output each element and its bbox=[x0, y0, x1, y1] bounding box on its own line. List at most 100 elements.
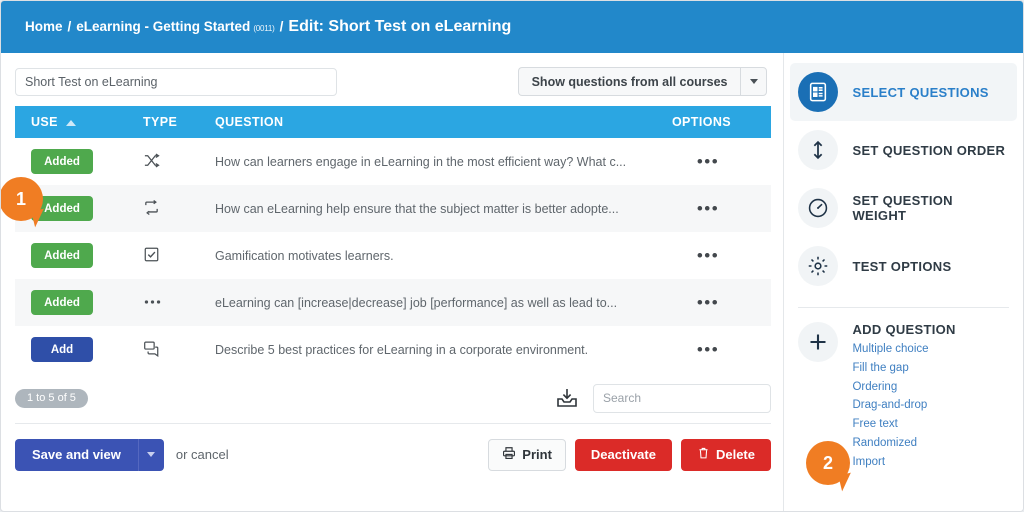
export-download-icon[interactable] bbox=[555, 387, 579, 409]
add-question-link-fill-the-gap[interactable]: Fill the gap bbox=[852, 360, 955, 376]
page-title: Edit: Short Test on eLearning bbox=[288, 18, 512, 35]
sidebar-item-test-options[interactable]: TEST OPTIONS bbox=[784, 237, 1023, 295]
cell-options: ••• bbox=[645, 279, 771, 326]
add-question-link-ordering[interactable]: Ordering bbox=[852, 379, 955, 395]
delete-button-label: Delete bbox=[715, 447, 755, 462]
scope-button[interactable]: Show questions from all courses bbox=[517, 67, 741, 96]
free-text-icon bbox=[143, 340, 160, 357]
add-question-link-import[interactable]: Import bbox=[852, 454, 955, 470]
breadcrumb-course[interactable]: eLearning - Getting Started bbox=[76, 19, 250, 34]
cell-type bbox=[133, 279, 205, 326]
add-question-link-multiple-choice[interactable]: Multiple choice bbox=[852, 341, 955, 357]
question-text: How can eLearning help ensure that the s… bbox=[215, 201, 619, 216]
use-toggle-button[interactable]: Added bbox=[31, 243, 93, 268]
cell-type bbox=[133, 232, 205, 279]
gauge-icon bbox=[798, 188, 839, 228]
cell-type bbox=[133, 138, 205, 185]
sidebar-item-set-question-order[interactable]: SET QUESTION ORDER bbox=[784, 121, 1023, 179]
sidebar-item-label: SET QUESTION ORDER bbox=[852, 142, 1006, 158]
printer-icon bbox=[502, 446, 516, 463]
breadcrumb-course-id: (0011) bbox=[253, 24, 275, 33]
plus-icon[interactable] bbox=[798, 322, 839, 362]
column-header-use-label: USE bbox=[31, 115, 58, 129]
gear-icon bbox=[798, 246, 839, 286]
cell-options: ••• bbox=[645, 232, 771, 279]
cell-use: Added bbox=[15, 279, 133, 326]
row-options-menu-icon[interactable]: ••• bbox=[697, 341, 719, 358]
cell-use: Added bbox=[15, 232, 133, 279]
sidebar-nav: SELECT QUESTIONS SET QUESTION ORDER SET QU… bbox=[784, 53, 1023, 307]
question-text: How can learners engage in eLearning in … bbox=[215, 154, 627, 169]
use-toggle-button[interactable]: Added bbox=[31, 149, 93, 174]
add-question-links: Multiple choice Fill the gap Ordering Drag-… bbox=[852, 341, 955, 470]
use-toggle-button[interactable]: Added bbox=[31, 290, 93, 315]
question-text: Describe 5 best practices for eLearning … bbox=[215, 342, 589, 357]
questions-table-body: Added How can learners engage in eLearnin… bbox=[15, 138, 771, 373]
callout-number: 2 bbox=[806, 441, 850, 485]
column-header-use[interactable]: USE bbox=[15, 106, 133, 138]
column-header-type[interactable]: TYPE bbox=[133, 106, 205, 138]
add-question-title: ADD QUESTION bbox=[852, 322, 956, 337]
sidebar-item-label: TEST OPTIONS bbox=[852, 258, 952, 274]
destructive-actions: Print Deactivate Delete bbox=[488, 438, 771, 471]
fill-gap-icon bbox=[143, 297, 162, 307]
table-row: Added How can learners engage in eLearnin… bbox=[15, 138, 771, 185]
test-title-input[interactable] bbox=[15, 67, 337, 96]
table-footer-right bbox=[555, 383, 771, 413]
main-content: Show questions from all courses USE TYPE… bbox=[1, 53, 783, 511]
pagination-count: 1 to 5 of 5 bbox=[15, 388, 88, 408]
column-header-question[interactable]: QUESTION bbox=[205, 106, 645, 138]
body-split: Show questions from all courses USE TYPE… bbox=[1, 53, 1023, 511]
save-dropdown-toggle[interactable] bbox=[137, 438, 164, 471]
breadcrumb-separator-1: / bbox=[67, 19, 72, 34]
cancel-link[interactable]: or cancel bbox=[176, 447, 229, 462]
delete-button[interactable]: Delete bbox=[680, 438, 771, 471]
scope-dropdown-toggle[interactable] bbox=[740, 67, 768, 96]
breadcrumb: Home / eLearning - Getting Started (0011… bbox=[25, 18, 511, 36]
print-button[interactable]: Print bbox=[488, 438, 566, 471]
cell-question: Gamification motivates learners. bbox=[205, 232, 645, 279]
filter-row: Show questions from all courses bbox=[1, 53, 783, 106]
cell-question: How can learners engage in eLearning in … bbox=[205, 138, 645, 185]
top-breadcrumb-bar: Home / eLearning - Getting Started (0011… bbox=[1, 1, 1023, 53]
table-row: Added Gamification motivates learners. ••• bbox=[15, 232, 771, 279]
print-button-label: Print bbox=[522, 447, 552, 462]
table-row: Added eLearning can [increase|decrease] j… bbox=[15, 279, 771, 326]
table-header-row: USE TYPE QUESTION OPTIONS bbox=[15, 106, 771, 138]
add-question-content: ADD QUESTION Multiple choice Fill the gap… bbox=[852, 322, 955, 470]
cell-use: Add bbox=[15, 326, 133, 373]
cell-options: ••• bbox=[645, 138, 771, 185]
row-options-menu-icon[interactable]: ••• bbox=[697, 200, 719, 217]
save-and-view-button[interactable]: Save and view bbox=[15, 438, 138, 471]
table-row: Added How can eLearning help ensure that … bbox=[15, 185, 771, 232]
ordering-icon bbox=[143, 199, 160, 216]
questions-table-head: USE TYPE QUESTION OPTIONS bbox=[15, 106, 771, 138]
add-question-link-drag-and-drop[interactable]: Drag-and-drop bbox=[852, 397, 955, 413]
sidebar-item-label: SET QUESTION WEIGHT bbox=[852, 193, 953, 223]
breadcrumb-home[interactable]: Home bbox=[25, 19, 63, 34]
row-options-menu-icon[interactable]: ••• bbox=[697, 294, 719, 311]
callout-marker-2: 2 bbox=[806, 441, 855, 492]
cell-options: ••• bbox=[645, 185, 771, 232]
deactivate-button[interactable]: Deactivate bbox=[574, 438, 672, 471]
app-page: Home / eLearning - Getting Started (0011… bbox=[0, 0, 1024, 512]
cell-options: ••• bbox=[645, 326, 771, 373]
column-header-options: OPTIONS bbox=[645, 106, 771, 138]
row-options-menu-icon[interactable]: ••• bbox=[697, 153, 719, 170]
list-document-icon bbox=[798, 72, 839, 112]
row-options-menu-icon[interactable]: ••• bbox=[697, 247, 719, 264]
save-split-button: Save and view bbox=[15, 438, 164, 471]
sidebar-item-select-questions[interactable]: SELECT QUESTIONS bbox=[790, 63, 1017, 121]
cell-type bbox=[133, 185, 205, 232]
add-question-link-randomized[interactable]: Randomized bbox=[852, 435, 955, 451]
search-input[interactable] bbox=[593, 383, 771, 413]
chevron-down-icon bbox=[749, 79, 758, 84]
checkbox-icon bbox=[143, 246, 160, 263]
sidebar-item-set-question-weight[interactable]: SET QUESTION WEIGHT bbox=[784, 179, 1023, 237]
question-text: eLearning can [increase|decrease] job [p… bbox=[215, 295, 618, 310]
use-toggle-button[interactable]: Add bbox=[31, 337, 93, 362]
chevron-down-icon bbox=[147, 452, 156, 457]
add-question-link-free-text[interactable]: Free text bbox=[852, 416, 955, 432]
cell-type bbox=[133, 326, 205, 373]
cell-question: eLearning can [increase|decrease] job [p… bbox=[205, 279, 645, 326]
